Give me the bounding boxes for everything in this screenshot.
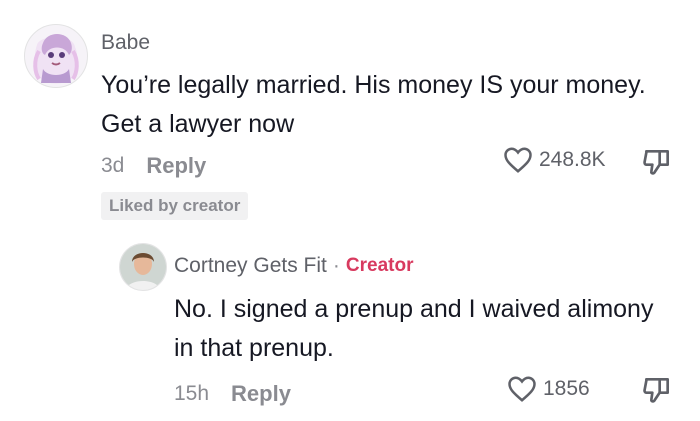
like-count: 248.8K [539,148,606,171]
thumbs-down-icon [643,378,669,403]
reply-like-button[interactable]: 1856 [507,374,590,404]
thumbs-down-icon [643,150,669,175]
liked-by-creator-badge: Liked by creator [101,192,249,220]
reply-meta: 15h Reply [174,381,291,407]
separator-dot: · [332,254,340,277]
reply-reply-button[interactable]: Reply [231,381,291,407]
avatar-cortney[interactable] [119,243,167,291]
reply-button[interactable]: Reply [146,153,206,179]
reply-age: 15h [174,382,210,405]
comment-age: 3d [101,154,125,177]
anime-avatar-icon [25,25,87,87]
avatar-babe[interactable] [24,24,88,88]
reply-dislike-button[interactable] [641,374,673,411]
heart-outline-icon [504,147,532,173]
creator-label: Creator [345,255,414,276]
reply-username[interactable]: Cortney Gets Fit [174,254,327,278]
comment-text: You’re legally married. His money IS you… [101,71,646,138]
dislike-button[interactable] [641,146,673,183]
like-button[interactable]: 248.8K [503,145,606,175]
comment-meta: 3d Reply [101,153,206,179]
reply-like-count: 1856 [543,377,590,400]
comment-username[interactable]: Babe [101,31,150,55]
reply-text: No. I signed a prenup and I waived alimo… [174,295,654,362]
reply-header: Cortney Gets Fit · Creator [174,254,413,278]
heart-outline-icon [508,376,536,402]
profile-photo-icon [120,244,166,290]
